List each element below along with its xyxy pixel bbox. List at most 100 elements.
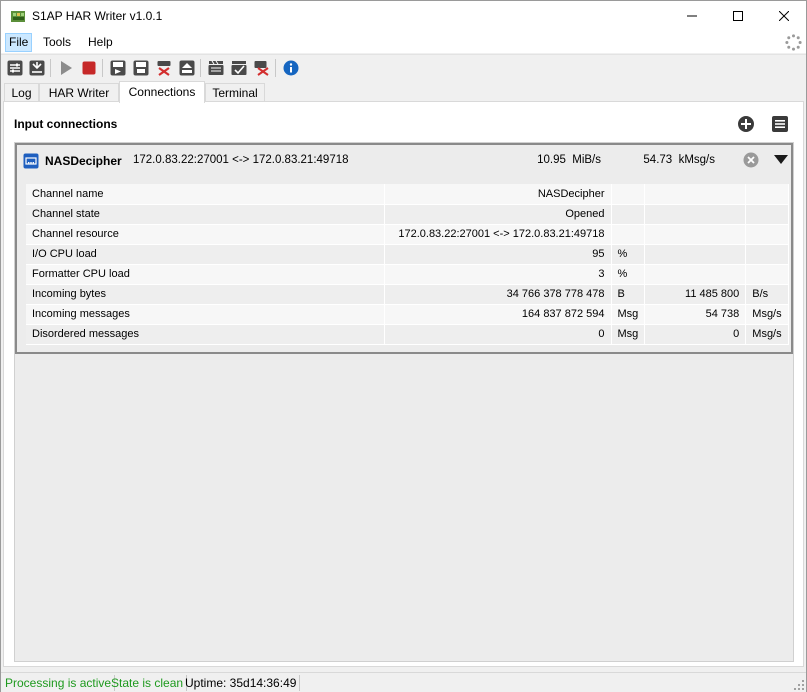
stop-icon bbox=[82, 61, 96, 75]
toolbar-separator bbox=[275, 59, 276, 77]
property-rate-unit bbox=[745, 244, 789, 265]
status-processing: Processing is active bbox=[2, 675, 116, 691]
property-unit: Msg bbox=[611, 304, 646, 325]
clear-button[interactable] bbox=[253, 59, 271, 77]
busy-spinner-icon bbox=[785, 34, 802, 51]
menu-tools[interactable]: Tools bbox=[39, 33, 75, 52]
save-as-icon bbox=[133, 60, 149, 76]
settings-button[interactable] bbox=[6, 59, 24, 77]
window-title: S1AP HAR Writer v1.0.1 bbox=[32, 9, 163, 23]
eject-icon bbox=[179, 60, 195, 76]
menu-help[interactable]: Help bbox=[84, 33, 117, 52]
delete-button[interactable] bbox=[155, 59, 173, 77]
channel-icon bbox=[23, 153, 39, 169]
close-button[interactable] bbox=[761, 1, 807, 31]
property-rate-unit: Msg/s bbox=[745, 304, 789, 325]
property-rate bbox=[644, 184, 747, 205]
property-row: Incoming messages 164 837 872 594 Msg 54 73… bbox=[26, 304, 789, 325]
close-connection-icon[interactable] bbox=[743, 152, 759, 168]
property-value: 0 bbox=[384, 324, 612, 345]
add-connection-icon[interactable] bbox=[737, 115, 755, 133]
property-row: I/O CPU load 95% bbox=[26, 244, 789, 265]
property-rate bbox=[644, 224, 747, 245]
property-value: Opened bbox=[384, 204, 612, 225]
list-menu-icon[interactable] bbox=[771, 115, 789, 133]
menu-file[interactable]: File bbox=[5, 33, 33, 52]
property-rate-unit bbox=[745, 184, 789, 205]
property-row: Channel resource 172.0.83.22:27001 <-> 17… bbox=[26, 224, 789, 245]
data-rate-value: 10.95 bbox=[537, 154, 566, 166]
tab-terminal-label: Terminal bbox=[212, 86, 258, 100]
menu-tools-label: Tools bbox=[43, 35, 72, 49]
message-rate-unit: kMsg/s bbox=[678, 154, 715, 166]
property-name: Channel resource bbox=[26, 224, 385, 245]
property-unit bbox=[611, 184, 646, 205]
property-unit bbox=[611, 204, 646, 225]
property-name: Disordered messages bbox=[26, 324, 385, 345]
property-value: 3 bbox=[384, 264, 612, 285]
property-rate: 54 738 bbox=[644, 304, 747, 325]
clapper-button[interactable] bbox=[207, 59, 225, 77]
clear-icon bbox=[254, 61, 269, 76]
property-rate-unit bbox=[745, 264, 789, 285]
tab-log[interactable]: Log bbox=[4, 83, 39, 102]
clapper-check-icon bbox=[231, 61, 247, 75]
property-row: Disordered messages 0 Msg 0 Msg/s bbox=[26, 324, 789, 345]
property-unit bbox=[611, 224, 646, 245]
tab-bar: Log HAR Writer Connections Terminal bbox=[1, 81, 806, 103]
toolbar-separator bbox=[50, 59, 51, 77]
save-as-button[interactable] bbox=[132, 59, 150, 77]
minimize-button[interactable] bbox=[669, 1, 715, 31]
tab-terminal[interactable]: Terminal bbox=[205, 83, 265, 102]
section-title: Input connections bbox=[14, 117, 118, 131]
property-rate-unit: Msg/s bbox=[745, 324, 789, 345]
stop-button[interactable] bbox=[80, 59, 98, 77]
tab-connections-label: Connections bbox=[128, 85, 196, 99]
property-row: Incoming bytes 34 766 378 778 478 B 11 485 … bbox=[26, 284, 789, 305]
property-name: Channel name bbox=[26, 184, 385, 205]
property-value: NASDecipher bbox=[384, 184, 612, 205]
property-rate bbox=[644, 264, 747, 285]
connection-card: NASDecipher 172.0.83.22:27001 <-> 172.0.… bbox=[15, 143, 793, 354]
property-rate-unit bbox=[745, 204, 789, 225]
property-row: Channel name NASDecipher bbox=[26, 184, 789, 205]
property-unit: Msg bbox=[611, 324, 646, 345]
resize-grip-icon[interactable] bbox=[794, 680, 804, 690]
play-button[interactable] bbox=[57, 59, 75, 77]
delete-icon bbox=[157, 61, 171, 76]
play-icon bbox=[61, 61, 72, 75]
eject-button[interactable] bbox=[178, 59, 196, 77]
tab-har-writer-label: HAR Writer bbox=[48, 86, 110, 100]
info-icon bbox=[283, 60, 299, 76]
info-button[interactable] bbox=[282, 59, 300, 77]
property-rate: 0 bbox=[644, 324, 747, 345]
tab-har-writer[interactable]: HAR Writer bbox=[39, 83, 119, 102]
property-name: Formatter CPU load bbox=[26, 264, 385, 285]
title-bar: S1AP HAR Writer v1.0.1 bbox=[1, 1, 806, 31]
menu-file-label: File bbox=[9, 35, 29, 49]
minimize-icon bbox=[687, 15, 697, 17]
menu-help-label: Help bbox=[88, 35, 113, 49]
property-unit: B bbox=[611, 284, 646, 305]
toolbar bbox=[1, 54, 806, 81]
data-rate-unit: MiB/s bbox=[572, 154, 601, 166]
property-name: Channel state bbox=[26, 204, 385, 225]
collapse-triangle-icon[interactable] bbox=[774, 155, 788, 165]
property-name: I/O CPU load bbox=[26, 244, 385, 265]
save-button[interactable] bbox=[109, 59, 127, 77]
property-unit: % bbox=[611, 244, 646, 265]
status-uptime: Uptime: 35d14:36:49 bbox=[182, 675, 301, 691]
import-button[interactable] bbox=[28, 59, 46, 77]
property-rate bbox=[644, 204, 747, 225]
connection-name: NASDecipher bbox=[45, 154, 122, 168]
tab-connections[interactable]: Connections bbox=[119, 81, 205, 103]
maximize-icon bbox=[733, 11, 743, 21]
connection-header[interactable]: NASDecipher 172.0.83.22:27001 <-> 172.0.… bbox=[17, 145, 791, 179]
property-rate-unit: B/s bbox=[745, 284, 789, 305]
properties-table: Channel name NASDecipher Channel state Open… bbox=[26, 184, 789, 345]
maximize-button[interactable] bbox=[715, 1, 761, 31]
property-value: 172.0.83.22:27001 <-> 172.0.83.21:49718 bbox=[384, 224, 612, 245]
clapper-check-button[interactable] bbox=[230, 59, 248, 77]
property-value: 164 837 872 594 bbox=[384, 304, 612, 325]
clapper-icon bbox=[208, 60, 224, 75]
